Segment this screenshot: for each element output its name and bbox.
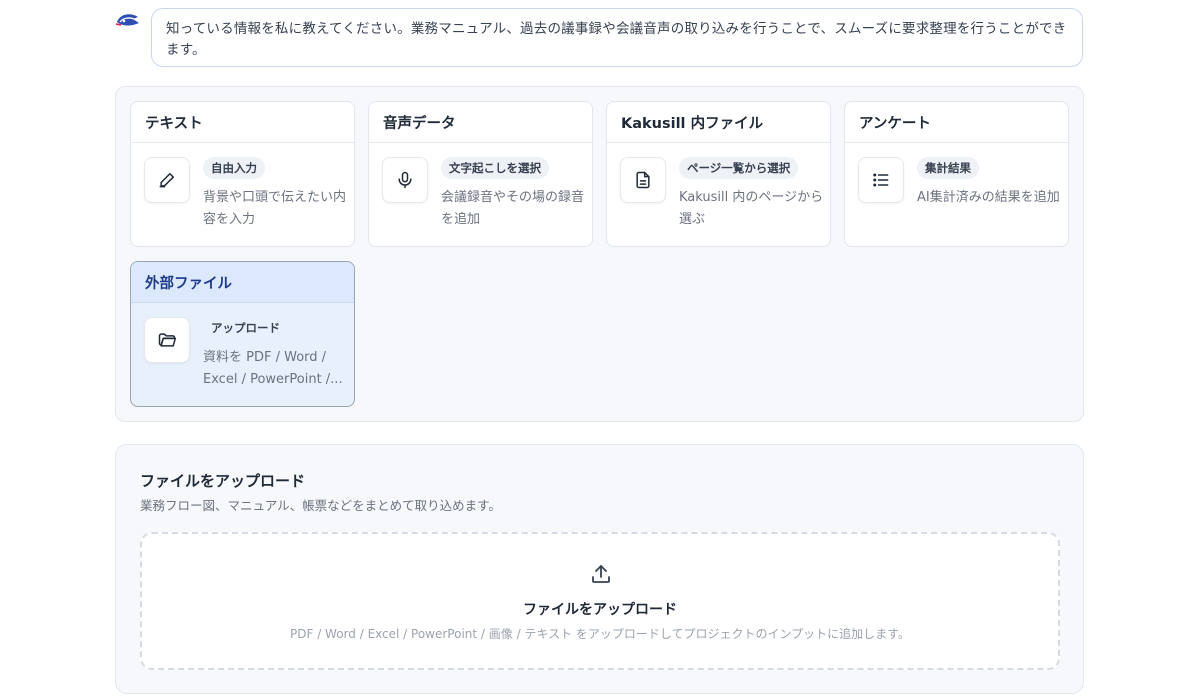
dropzone-hint: PDF / Word / Excel / PowerPoint / 画像 / テ…: [290, 627, 910, 641]
list-icon: [858, 157, 904, 203]
option-card-external-file[interactable]: 外部ファイル アップロード 資料を PDF / Word / Excel / P…: [130, 261, 355, 407]
option-description: 資料を PDF / Word / Excel / PowerPoint /...: [203, 350, 343, 387]
option-tag: 集計結果: [917, 157, 979, 179]
file-dropzone[interactable]: ファイルをアップロード PDF / Word / Excel / PowerPo…: [140, 532, 1060, 670]
upload-title: ファイルをアップロード: [140, 472, 306, 490]
option-description: AI集計済みの結果を追加: [917, 190, 1060, 205]
option-card-title: Kakusill 内ファイル: [607, 102, 830, 143]
option-card-text[interactable]: テキスト 自由入力 背景や口頭で伝えたい内容を入力: [130, 101, 355, 247]
option-card-kakusill-file[interactable]: Kakusill 内ファイル ページ一覧から選択 Kakusill 内のページか…: [606, 101, 831, 247]
upload-icon: [589, 562, 613, 586]
upload-panel: ファイルをアップロード 業務フロー図、マニュアル、帳票などをまとめて取り込めます…: [115, 444, 1084, 694]
dropzone-label: ファイルをアップロード: [523, 602, 677, 618]
option-card-title: テキスト: [131, 102, 354, 143]
option-card-audio[interactable]: 音声データ 文字起こしを選択 会議録音やその場の録音を追加: [368, 101, 593, 247]
assistant-message: 知っている情報を私に教えてください。業務マニュアル、過去の議事録や会議音声の取り…: [151, 8, 1083, 67]
option-description: Kakusill 内のページから選ぶ: [679, 190, 824, 227]
option-tag: アップロード: [211, 321, 280, 335]
pencil-icon: [144, 157, 190, 203]
assistant-logo-icon: [114, 10, 142, 32]
input-options-panel: テキスト 自由入力 背景や口頭で伝えたい内容を入力 音声データ 文字起こしを選択…: [115, 86, 1084, 422]
option-description: 背景や口頭で伝えたい内容を入力: [203, 190, 347, 227]
option-card-title: 外部ファイル: [131, 262, 354, 303]
option-tag: 文字起こしを選択: [441, 157, 549, 179]
option-card-title: アンケート: [845, 102, 1068, 143]
option-card-title: 音声データ: [369, 102, 592, 143]
option-description: 会議録音やその場の録音を追加: [441, 190, 585, 227]
option-tag: ページ一覧から選択: [679, 157, 799, 179]
option-card-survey[interactable]: アンケート 集計結果 AI集計済みの結果を追加: [844, 101, 1069, 247]
upload-subtitle: 業務フロー図、マニュアル、帳票などをまとめて取り込めます。: [140, 498, 501, 513]
document-icon: [620, 157, 666, 203]
option-tag: 自由入力: [203, 157, 265, 179]
microphone-icon: [382, 157, 428, 203]
folder-icon: [144, 317, 190, 363]
